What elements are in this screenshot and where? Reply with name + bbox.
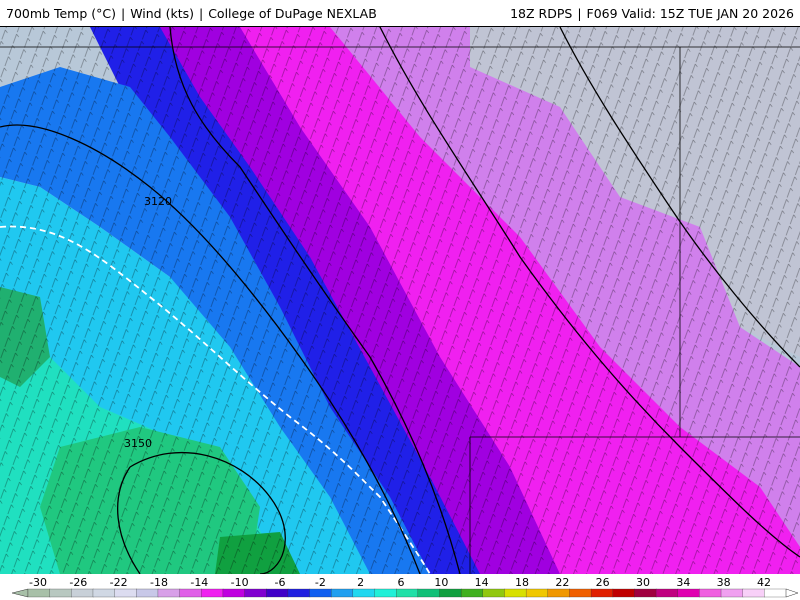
colorbar-swatch [655,588,679,598]
colorbar-swatch [222,588,246,598]
contour-label: 3120 [144,195,172,208]
header-left: 700mb Temp (°C) | Wind (kts) | College of Du… [6,6,377,21]
colorbar-swatch [71,588,94,598]
colorbar-swatch [136,588,159,598]
product-title: 700mb Temp (°C) [6,6,116,21]
temperature-colorbar: -30 -26 -22 -18 -14 -10 -6 -2 2 6 10 14 18 22 26 30 34 38… [0,574,800,600]
colorbar-swatch [374,588,397,598]
separator: | [120,6,126,21]
wind-label: Wind (kts) [130,6,194,21]
colorbar-swatch [396,588,419,598]
colorbar-swatch [352,588,376,598]
colorbar-swatch [612,588,636,598]
colorbar-swatch [114,588,137,598]
colorbar-swatch [504,588,527,598]
source-label: College of DuPage NEXLAB [208,6,377,21]
colorbar-swatch [287,588,311,598]
colorbar-swatch [92,588,116,598]
contour-label: 3150 [124,437,152,450]
colorbar-swatch [590,588,614,598]
forecast-valid: F069 Valid: 15Z TUE JAN 20 2026 [586,6,794,21]
colorbar-swatch [49,588,72,598]
colorbar-swatch [179,588,202,598]
colorbar-swatch [720,588,744,598]
colorbar-swatch [634,588,657,598]
colorbar-swatch [309,588,332,598]
colorbar-swatch [157,588,181,598]
header-right: 18Z RDPS | F069 Valid: 15Z TUE JAN 20 2026 [510,6,794,21]
model-run: 18Z RDPS [510,6,573,21]
colorbar-swatch [569,588,592,598]
colorbar-swatch [677,588,701,598]
colorbar-max-arrow [785,588,799,598]
colorbar-swatch [266,588,289,598]
colorbar-swatch [482,588,506,598]
colorbar-swatch [764,588,787,598]
colorbar-swatch [460,588,484,598]
colorbar-swatch [439,588,462,598]
separator: | [198,6,204,21]
colorbar-swatch [742,588,765,598]
colorbar-swatch [417,588,441,598]
weather-map: 3120 3150 [0,27,800,574]
colorbar-swatch [331,588,354,598]
colorbar-swatches [11,588,799,598]
colorbar-swatch [547,588,571,598]
colorbar-swatch [699,588,722,598]
colorbar-swatch [244,588,267,598]
separator: | [577,6,582,21]
colorbar-min-arrow [11,588,29,598]
weather-map-canvas: 3120 3150 [0,27,800,574]
colorbar-swatch [201,588,224,598]
map-header: 700mb Temp (°C) | Wind (kts) | College of Du… [0,0,800,27]
colorbar-swatch [525,588,549,598]
colorbar-swatch [27,588,51,598]
